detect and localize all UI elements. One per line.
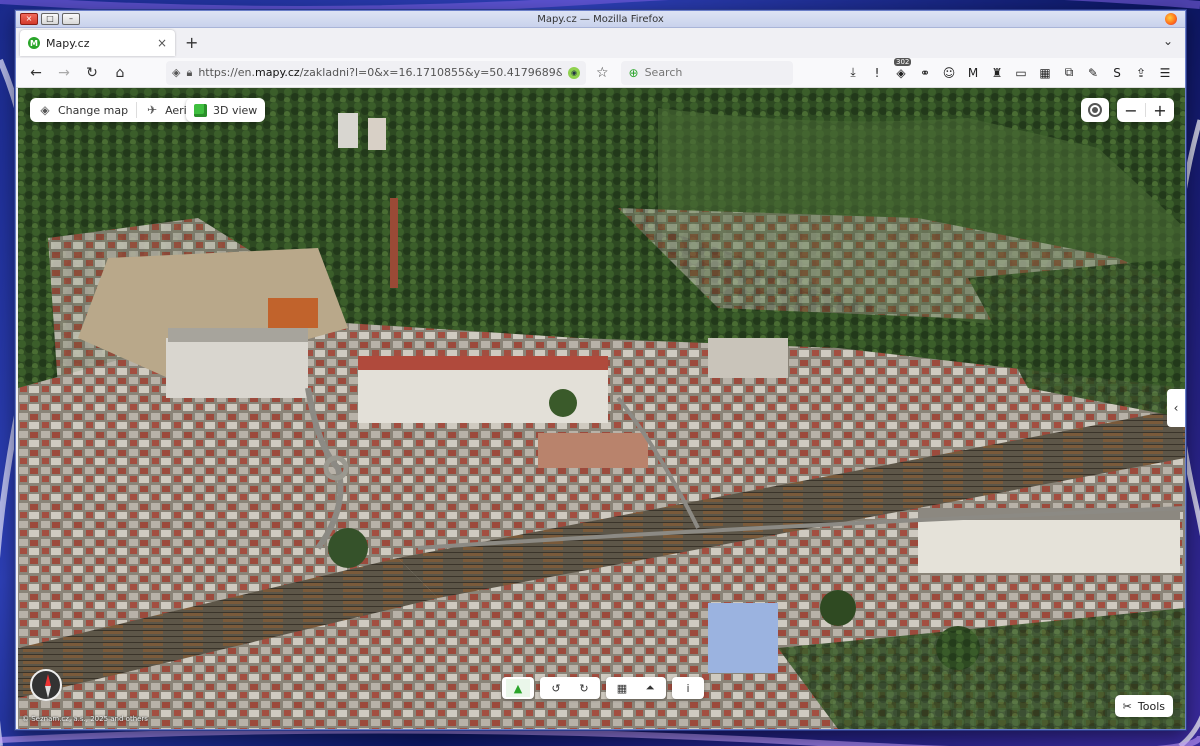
window-close-button[interactable]: × xyxy=(20,13,38,25)
ublock-icon[interactable]: ! xyxy=(869,65,885,81)
firefox-window: × □ – Mapy.cz — Mozilla Firefox M Mapy.c… xyxy=(15,10,1186,730)
change-map-button[interactable]: Change map xyxy=(58,104,128,117)
window-title: Mapy.cz — Mozilla Firefox xyxy=(537,13,664,25)
reader-extension-icon[interactable]: ◉ xyxy=(568,66,580,79)
rotate-right-icon[interactable]: ↻ xyxy=(572,679,596,697)
url-path: /zakladni?l=0&x=16.1710855&y=50.4179689&… xyxy=(299,66,562,79)
extension-m-icon[interactable]: M xyxy=(965,65,981,81)
window-minimize-button[interactable]: – xyxy=(62,13,80,25)
terrain-group: ▲ xyxy=(502,677,534,699)
layers-icon: ◈ xyxy=(40,103,50,117)
extension-grid-icon-glyph: ▦ xyxy=(1039,65,1051,80)
forward-button[interactable]: → xyxy=(52,61,76,85)
tab-strip: M Mapy.cz × + ⌄ xyxy=(16,28,1185,58)
extension-badge-count: 302 xyxy=(894,57,912,66)
panel-toggle-button[interactable]: ‹ xyxy=(1167,389,1185,427)
lock-icon[interactable]: 🔒︎ xyxy=(186,66,192,80)
downloads-icon-glyph: ⤓ xyxy=(850,65,856,79)
map-type-switcher: ◈ Change map ✈ Aerial xyxy=(30,98,205,122)
search-bar[interactable]: ⊕ xyxy=(620,60,793,85)
map-copyright: © Seznam.cz, a.s., 2025 and others xyxy=(22,715,148,723)
share-icon-glyph: ⇪ xyxy=(1135,65,1147,80)
home-button[interactable]: ⌂ xyxy=(108,61,132,85)
extension-s-icon-glyph: S xyxy=(1113,65,1121,80)
zoom-out-button[interactable]: − xyxy=(1117,101,1145,120)
target-icon xyxy=(1088,103,1102,117)
extension-s-icon[interactable]: S xyxy=(1109,65,1125,81)
extension-face-icon[interactable]: ☺ xyxy=(941,65,957,81)
extension-m-icon-glyph: M xyxy=(967,65,979,80)
info-group: i xyxy=(672,677,704,699)
tools-button[interactable]: ✂ Tools xyxy=(1114,695,1173,717)
map-viewport[interactable]: ◈ Change map ✈ Aerial 3D view − + ‹ © Se… xyxy=(18,88,1185,729)
url-bar[interactable]: ◈ 🔒︎ https://en.mapy.cz/zakladni?l=0&x=1… xyxy=(166,60,586,85)
translate-icon-glyph: ✎ xyxy=(1087,65,1099,80)
terrain-icon[interactable]: ▲ xyxy=(506,679,530,697)
zoom-in-button[interactable]: + xyxy=(1146,101,1174,120)
extension-robot-icon-glyph: ♜ xyxy=(991,65,1003,80)
list-all-tabs-button[interactable]: ⌄ xyxy=(1163,34,1173,48)
airplane-icon: ✈ xyxy=(147,103,158,117)
share-icon[interactable]: ⇪ xyxy=(1133,65,1149,81)
menu-icon[interactable]: ☰ xyxy=(1157,65,1173,81)
extensions-puzzle-icon-glyph: ⧉ xyxy=(1064,65,1074,79)
reload-button[interactable]: ↻ xyxy=(80,61,104,85)
folder-icon[interactable]: ▭ xyxy=(1013,65,1029,81)
extension-circles-icon[interactable]: ⚭ xyxy=(917,65,933,81)
downloads-icon[interactable]: ⤓ xyxy=(845,65,861,81)
search-engine-icon: ⊕ xyxy=(628,65,639,80)
tab-close-icon[interactable]: × xyxy=(157,36,167,50)
location-button[interactable] xyxy=(1081,98,1109,122)
back-button[interactable]: ← xyxy=(24,61,48,85)
title-bar: × □ – Mapy.cz — Mozilla Firefox xyxy=(16,11,1185,28)
mapy-favicon-icon: M xyxy=(28,37,40,49)
map-bottom-controls: ▲ ↺ ↻ ▦ ⏶ i xyxy=(502,677,704,699)
extensions-puzzle-icon[interactable]: ⧉ xyxy=(1061,65,1077,81)
rotate-group: ↺ ↻ xyxy=(540,677,600,699)
tab-label: Mapy.cz xyxy=(46,36,90,50)
new-tab-button[interactable]: + xyxy=(185,33,198,52)
compass-icon[interactable] xyxy=(30,669,62,701)
menu-icon-glyph: ☰ xyxy=(1159,65,1171,80)
window-controls: × □ – xyxy=(20,13,80,25)
pill-divider xyxy=(136,102,138,118)
translate-icon[interactable]: ✎ xyxy=(1085,65,1101,81)
extension-badge-icon-glyph: ◈ xyxy=(896,65,906,80)
aerial-3d-imagery[interactable] xyxy=(18,88,1185,729)
3d-view-button[interactable]: 3D view xyxy=(186,98,266,122)
3d-view-label: 3D view xyxy=(213,103,258,117)
perspective-icon[interactable]: ⏶ xyxy=(638,679,662,697)
view-group: ▦ ⏶ xyxy=(606,677,666,699)
firefox-logo-icon xyxy=(1165,13,1177,25)
extension-face-icon-glyph: ☺ xyxy=(942,65,956,80)
extension-grid-icon[interactable]: ▦ xyxy=(1037,65,1053,81)
navigation-toolbar: ← → ↻ ⌂ ◈ 🔒︎ https://en.mapy.cz/zakladni… xyxy=(16,57,1185,88)
shield-icon[interactable]: ◈ xyxy=(172,66,180,79)
url-prefix: https://en. xyxy=(198,66,255,79)
bookmark-star-icon[interactable]: ☆ xyxy=(596,65,609,81)
tools-icon: ✂ xyxy=(1122,699,1132,713)
tools-label: Tools xyxy=(1137,699,1165,713)
extension-toolbar: ⤓! ◈ 302 ⚭ ☺ M ♜ ▭ ▦ ⧉ ✎ S ⇪ ☰ xyxy=(845,57,1177,81)
url-domain: mapy.cz xyxy=(255,66,300,79)
window-maximize-button[interactable]: □ xyxy=(41,13,59,25)
ublock-icon-glyph: ! xyxy=(874,65,880,80)
search-input[interactable] xyxy=(644,66,775,79)
extension-circles-icon-glyph: ⚭ xyxy=(919,65,931,80)
tab-mapy[interactable]: M Mapy.cz × xyxy=(20,30,175,56)
url-text[interactable]: https://en.mapy.cz/zakladni?l=0&x=16.171… xyxy=(198,66,562,79)
folder-icon-glyph: ▭ xyxy=(1015,65,1027,80)
zoom-controls: − + xyxy=(1117,98,1174,122)
cube-icon xyxy=(194,103,207,117)
extension-badge-icon[interactable]: ◈ 302 xyxy=(893,57,912,81)
extension-robot-icon[interactable]: ♜ xyxy=(989,65,1005,81)
grid-icon[interactable]: ▦ xyxy=(610,679,634,697)
info-icon[interactable]: i xyxy=(676,679,700,697)
rotate-left-icon[interactable]: ↺ xyxy=(544,679,568,697)
